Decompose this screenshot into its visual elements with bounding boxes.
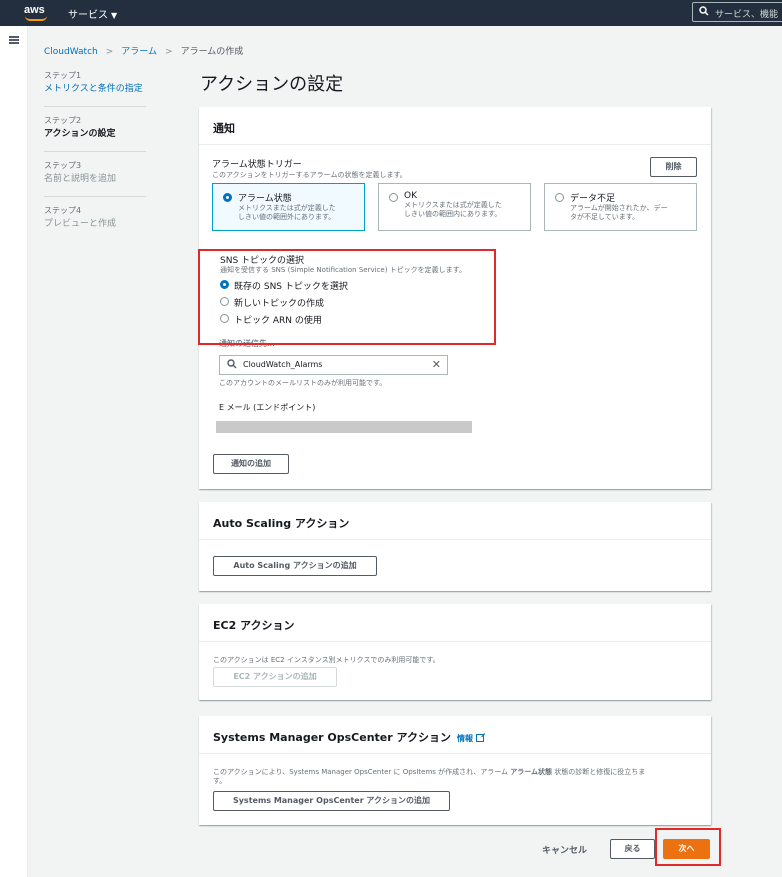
opscenter-description: このアクションにより、Systems Manager OpsCenter に O… — [213, 767, 645, 777]
side-rail — [0, 26, 28, 877]
highlight-box — [655, 828, 721, 866]
state-tile-alarm[interactable]: アラーム状態 メトリクスまたは式が定義した しきい値の範囲外にあります。 — [212, 183, 365, 231]
state-label: OK — [404, 191, 417, 201]
breadcrumb-create-alarm: アラームの作成 — [180, 47, 244, 57]
search-input[interactable]: サービス、機能 — [692, 2, 782, 22]
opscenter-description-cont: す。 — [213, 777, 227, 785]
wizard-steps: ステップ1 メトリクスと条件の指定 ステップ2 アクションの設定 ステップ3 名… — [44, 70, 146, 249]
remove-button[interactable]: 削除 — [650, 157, 697, 177]
panel-heading: Auto Scaling アクション — [199, 502, 711, 540]
desc-text: このアクションにより、Systems Manager OpsCenter に O… — [213, 768, 511, 776]
opscenter-panel: Systems Manager OpsCenter アクション 情報 このアクショ… — [199, 716, 711, 825]
add-ec2-button: EC2 アクションの追加 — [213, 667, 337, 687]
state-desc: しきい値の範囲外にあります。 — [238, 213, 336, 221]
radio-unchecked[interactable] — [555, 193, 564, 202]
step-link-metrics[interactable]: メトリクスと条件の指定 — [44, 83, 146, 96]
state-desc: アラームが開始されたか、デー — [570, 204, 668, 212]
desc-bold: アラーム状態 — [510, 768, 553, 776]
trigger-label: アラーム状態トリガー — [212, 160, 302, 170]
email-endpoint-label: E メール (エンドポイント) — [219, 403, 316, 412]
step-3: ステップ3 名前と説明を追加 — [44, 160, 146, 197]
step-number: ステップ4 — [44, 206, 82, 215]
state-tile-insufficient[interactable]: データ不足 アラームが開始されたか、デー タが不足しています。 — [544, 183, 697, 231]
state-label: アラーム状態 — [238, 194, 292, 204]
ec2-panel: EC2 アクション このアクションは EC2 インスタンス別メトリクスでのみ利用… — [199, 604, 711, 700]
step-number: ステップ2 — [44, 116, 82, 125]
add-notification-button[interactable]: 通知の追加 — [213, 454, 289, 474]
breadcrumb-alarms[interactable]: アラーム — [121, 47, 157, 57]
caret-down-icon: ▼ — [111, 11, 118, 20]
panel-heading: 通知 — [199, 107, 711, 145]
search-icon — [227, 359, 237, 369]
state-desc: タが不足しています。 — [570, 213, 640, 221]
breadcrumb-cloudwatch[interactable]: CloudWatch — [44, 47, 98, 57]
sns-topic-search[interactable]: CloudWatch_Alarms ✕ — [219, 355, 448, 375]
step-4: ステップ4 プレビューと作成 — [44, 205, 146, 241]
state-tile-ok[interactable]: OK メトリクスまたは式が定義した しきい値の範囲内にあります。 — [378, 183, 531, 231]
add-opscenter-button[interactable]: Systems Manager OpsCenter アクションの追加 — [213, 791, 450, 811]
ec2-description: このアクションは EC2 インスタンス別メトリクスでのみ利用可能です。 — [213, 656, 440, 664]
state-desc: メトリクスまたは式が定義した — [238, 204, 336, 212]
state-desc: しきい値の範囲内にあります。 — [404, 210, 502, 218]
services-menu[interactable]: サービス ▼ — [68, 6, 117, 21]
step-number: ステップ3 — [44, 161, 82, 170]
step-preview-create: プレビューと作成 — [44, 219, 117, 229]
step-name-description: 名前と説明を追加 — [44, 174, 117, 184]
panel-heading: EC2 アクション — [199, 604, 711, 642]
clear-icon[interactable]: ✕ — [432, 358, 441, 371]
radio-checked[interactable] — [223, 193, 232, 202]
redacted-email-bar — [216, 421, 472, 433]
step-1: ステップ1 メトリクスと条件の指定 — [44, 70, 146, 107]
panel-heading-text: Systems Manager OpsCenter アクション — [213, 731, 451, 744]
aws-logo[interactable]: aws — [24, 4, 48, 22]
info-link[interactable]: 情報 — [457, 734, 473, 743]
external-link-icon — [475, 734, 484, 742]
trigger-description: このアクションをトリガーするアラームの状態を定義します。 — [212, 171, 407, 179]
top-navigation-bar: aws サービス ▼ サービス、機能 — [0, 0, 782, 26]
sns-topic-value: CloudWatch_Alarms — [243, 360, 323, 369]
add-autoscaling-button[interactable]: Auto Scaling アクションの追加 — [213, 556, 377, 576]
menu-icon[interactable] — [9, 36, 19, 44]
page-title: アクションの設定 — [200, 74, 344, 95]
radio-unchecked[interactable] — [389, 193, 398, 202]
search-placeholder: サービス、機能 — [715, 10, 779, 20]
step-2: ステップ2 アクションの設定 — [44, 115, 146, 152]
services-label: サービス — [68, 10, 108, 21]
cancel-button[interactable]: キャンセル — [542, 843, 587, 856]
desc-text: 状態の診断と修復に役立ちま — [552, 768, 646, 776]
search-icon — [699, 6, 709, 16]
autoscaling-panel: Auto Scaling アクション Auto Scaling アクションの追加 — [199, 502, 711, 591]
highlight-box — [198, 249, 496, 345]
topic-help-text: このアカウントのメールリストのみが利用可能です。 — [219, 379, 387, 387]
step-number: ステップ1 — [44, 71, 82, 80]
chevron-right-icon: > — [105, 47, 114, 57]
state-label: データ不足 — [570, 194, 616, 204]
breadcrumb: CloudWatch > アラーム > アラームの作成 — [44, 44, 243, 57]
step-current-actions: アクションの設定 — [44, 129, 116, 139]
state-desc: メトリクスまたは式が定義した — [404, 201, 502, 209]
back-button[interactable]: 戻る — [610, 839, 655, 859]
chevron-right-icon: > — [165, 47, 173, 57]
panel-heading: Systems Manager OpsCenter アクション 情報 — [199, 716, 711, 754]
